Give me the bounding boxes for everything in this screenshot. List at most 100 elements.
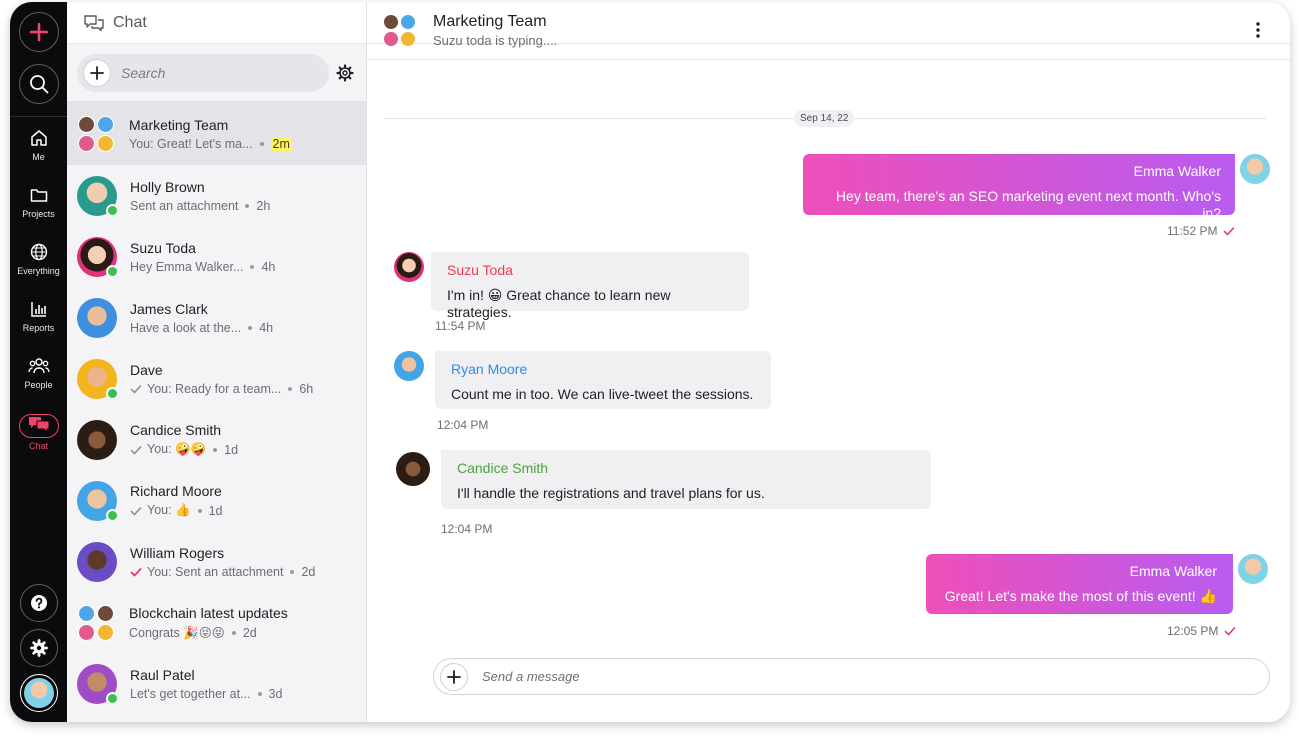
kebab-menu-icon — [1256, 22, 1260, 38]
search-row — [67, 44, 366, 102]
sent-check-icon — [130, 506, 142, 516]
message-composer — [433, 658, 1270, 695]
conversation-item[interactable]: Marketing Team You: Great! Let's ma... 2m — [67, 102, 366, 165]
message-input[interactable] — [482, 669, 1082, 684]
left-rail: Me Projects Everything Reports People Ch… — [10, 2, 67, 722]
settings-button[interactable] — [19, 629, 58, 667]
globe-icon — [30, 243, 47, 261]
message-author: Suzu Toda — [447, 262, 513, 278]
group-avatar — [383, 13, 417, 48]
conversation-panel: Chat Search Marketing Team You: Great! L… — [67, 2, 367, 722]
help-button[interactable] — [19, 584, 58, 622]
plus-icon — [447, 669, 461, 684]
message-time: 12:04 PM — [437, 418, 489, 432]
message-text: Great! Let's make the most of this event… — [944, 587, 1217, 604]
more-options-button[interactable] — [1256, 22, 1260, 43]
conversation-item[interactable]: Raul Patel Let's get together at... 3d — [67, 653, 366, 714]
people-icon — [27, 358, 50, 374]
message-text: Hey team, there's an SEO marketing event… — [835, 187, 1221, 221]
rail-item-everything[interactable]: Everything — [10, 243, 67, 300]
conversation-time: 2h — [256, 198, 271, 213]
message-bubble-incoming: Suzu Toda I'm in! 😀 Great chance to lear… — [431, 252, 749, 320]
conversation-time: 4h — [259, 320, 274, 335]
rail-item-chat[interactable]: Chat — [10, 414, 67, 471]
rail-item-label: Chat — [28, 441, 48, 451]
message-bubble-incoming: Ryan Moore Count me in too. We can live-… — [435, 351, 771, 409]
rail-item-reports[interactable]: Reports — [10, 300, 67, 357]
conversation-list: Marketing Team You: Great! Let's ma... 2m… — [67, 102, 366, 714]
gear-icon — [29, 639, 48, 657]
attach-button[interactable] — [440, 662, 468, 691]
list-settings-button[interactable] — [336, 63, 354, 82]
app-title: Chat — [113, 13, 147, 31]
avatar — [77, 358, 119, 400]
conversation-preview: Hey Emma Walker... — [130, 259, 244, 274]
avatar — [394, 351, 424, 381]
new-chat-button[interactable] — [83, 58, 111, 87]
conversation-item[interactable]: Blockchain latest updates Congrats 🎉😝😝 2d — [67, 592, 366, 653]
active-indicator — [18, 414, 59, 438]
message-time: 12:04 PM — [441, 522, 493, 536]
avatar — [77, 663, 119, 705]
read-check-icon — [1224, 626, 1236, 636]
rail-item-projects[interactable]: Projects — [10, 186, 67, 243]
message-author: Emma Walker — [1129, 563, 1217, 579]
conversation-name: Candice Smith — [130, 422, 222, 438]
conversation-item[interactable]: William Rogers You: Sent an attachment 2d — [67, 531, 366, 592]
message-bubble-incoming: Candice Smith I'll handle the registrati… — [441, 450, 931, 509]
conversation-time: 4h — [261, 259, 276, 274]
online-indicator — [106, 508, 119, 522]
rail-item-label: Me — [32, 152, 45, 162]
message-meta: 12:05 PM — [1167, 624, 1236, 638]
folder-icon — [30, 189, 47, 202]
search-icon — [29, 75, 48, 94]
typing-status: Suzu toda is typing.... — [433, 33, 558, 48]
message-time: 11:52 PM — [1167, 224, 1218, 238]
conversation-preview: Let's get together at... — [130, 686, 251, 701]
message-text: I'll handle the registrations and travel… — [457, 484, 765, 501]
global-search-button[interactable] — [18, 64, 59, 104]
read-check-icon — [130, 567, 142, 577]
chat-pane: Marketing Team Suzu toda is typing.... S… — [367, 2, 1290, 722]
avatar — [77, 175, 119, 217]
search-input[interactable] — [121, 64, 311, 81]
conversation-name: James Clark — [130, 300, 208, 317]
conversation-preview: You: Great! Let's ma... — [129, 136, 253, 151]
chat-icon — [28, 416, 49, 432]
conversation-time: 1d — [208, 503, 223, 518]
chat-header: Marketing Team Suzu toda is typing.... — [367, 2, 1290, 60]
conversation-item[interactable]: Richard Moore You: 👍 1d — [67, 470, 366, 531]
avatar — [77, 480, 119, 522]
conversation-name: Marketing Team — [129, 116, 229, 133]
message-author: Emma Walker — [1133, 163, 1221, 179]
conversation-item[interactable]: Holly Brown Sent an attachment 2h — [67, 165, 366, 226]
conversation-preview: Have a look at the... — [130, 320, 242, 335]
rail-item-label: Everything — [17, 266, 60, 276]
conversation-time: 2d — [301, 564, 316, 579]
message-author: Candice Smith — [457, 460, 549, 476]
rail-item-label: People — [24, 380, 53, 390]
conversation-item[interactable]: James Clark Have a look at the... 4h — [67, 287, 366, 348]
rail-item-people[interactable]: People — [10, 357, 67, 414]
avatar — [396, 452, 430, 486]
conversation-item[interactable]: Suzu Toda Hey Emma Walker... 4h — [67, 226, 366, 287]
message-bubble-outgoing: Emma Walker Great! Let's make the most o… — [926, 554, 1233, 614]
date-divider: Sep 14, 22 — [794, 110, 855, 127]
profile-avatar-button[interactable] — [19, 674, 58, 712]
rail-item-label: Reports — [22, 323, 55, 333]
conversation-time: 6h — [299, 381, 314, 396]
conversation-item[interactable]: Candice Smith You: 🤪🤪 1d — [67, 409, 366, 470]
rail-item-me[interactable]: Me — [10, 129, 67, 186]
online-indicator — [106, 386, 119, 400]
message-text: Count me in too. We can live-tweet the s… — [451, 385, 754, 402]
bar-chart-icon — [30, 302, 46, 317]
conversation-time: 2m — [270, 136, 292, 151]
app-window: Me Projects Everything Reports People Ch… — [10, 2, 1290, 722]
help-icon — [30, 595, 47, 611]
avatar — [394, 252, 424, 282]
conversation-name: Raul Patel — [130, 666, 195, 683]
create-button[interactable] — [18, 12, 59, 52]
rail-divider — [10, 116, 67, 117]
conversation-item[interactable]: Dave You: Ready for a team... 6h — [67, 348, 366, 409]
gear-icon — [336, 63, 354, 82]
